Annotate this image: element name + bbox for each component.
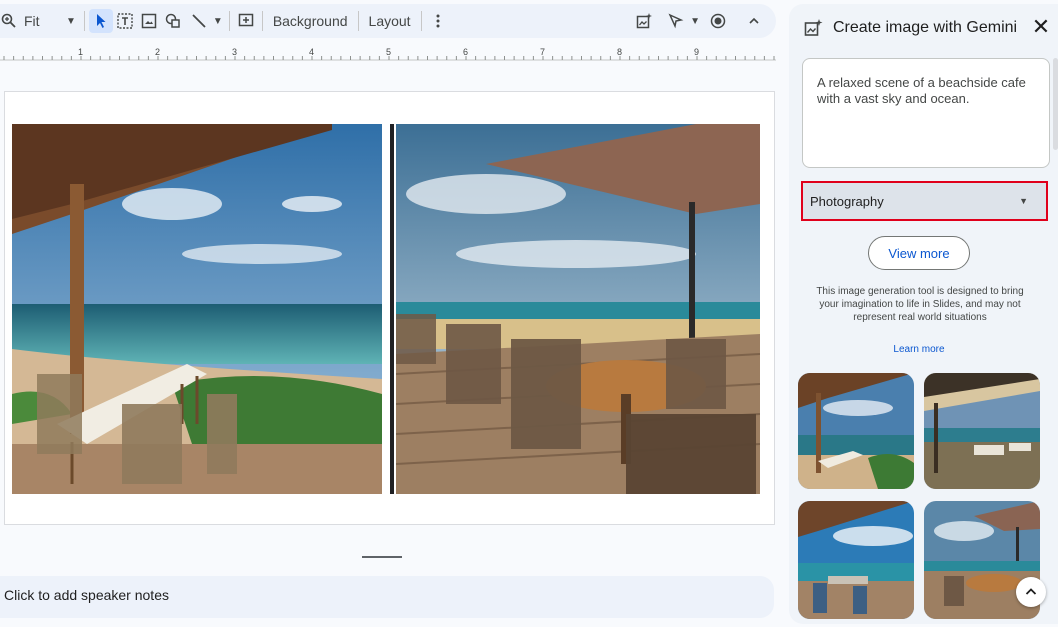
generated-image-1[interactable]	[798, 373, 914, 489]
background-button[interactable]: Background	[267, 13, 354, 29]
more-vert-icon	[436, 14, 440, 28]
shape-icon	[165, 13, 180, 28]
toolbar-divider	[357, 11, 359, 31]
disclaimer-text: This image generation tool is designed t…	[816, 286, 1024, 323]
chevron-down-icon: ▼	[212, 15, 223, 27]
generated-image-2[interactable]	[924, 373, 1040, 489]
speaker-notes[interactable]: Click to add speaker notes	[0, 576, 774, 618]
ruler-label: 3	[232, 47, 237, 57]
line-icon	[187, 9, 211, 33]
beach-cafe-umbrella-image	[396, 124, 760, 494]
generated-image-3[interactable]	[798, 501, 914, 619]
insert-image-button[interactable]	[137, 9, 161, 33]
learn-more-link[interactable]: Learn more	[789, 344, 1049, 355]
zoom-icon	[0, 9, 18, 33]
toolbar-divider	[420, 11, 422, 31]
chevron-up-icon	[1025, 588, 1037, 595]
line-tool-button[interactable]: ▼	[185, 7, 225, 35]
pen-tool-button[interactable]: ▼	[662, 7, 702, 35]
panel-scrollbar[interactable]	[1053, 58, 1058, 150]
ruler-label: 5	[386, 47, 391, 57]
toolbar: Fit ▼ ▼ Background Layout ▼	[0, 4, 776, 38]
image-icon	[141, 13, 157, 29]
ruler-scale: 1 2 3 4 5 6 7 8 9	[0, 47, 776, 61]
pen-icon	[664, 9, 688, 33]
chevron-down-icon: ▼	[66, 15, 76, 27]
image-divider	[390, 124, 394, 494]
view-more-button[interactable]: View more	[868, 236, 970, 270]
record-icon	[710, 13, 726, 29]
beach-cafe-photo-right[interactable]	[396, 124, 760, 494]
image-sparkle-icon	[803, 18, 823, 38]
text-box-button[interactable]	[113, 9, 137, 33]
chevron-down-icon: ▼	[1019, 196, 1028, 206]
toolbar-divider	[261, 11, 263, 31]
scroll-to-top-button[interactable]	[1016, 577, 1046, 607]
ruler-label: 2	[155, 47, 160, 57]
horizontal-ruler: 1 2 3 4 5 6 7 8 9	[0, 46, 776, 64]
ruler-label: 9	[694, 47, 699, 57]
ruler-label: 1	[78, 47, 83, 57]
slide-canvas[interactable]	[4, 91, 775, 525]
toolbar-divider	[83, 11, 85, 31]
add-comment-button[interactable]	[234, 9, 258, 33]
more-options-button[interactable]	[426, 9, 450, 33]
panel-header: Create image with Gemini ✕	[803, 16, 1053, 40]
generate-image-button[interactable]	[632, 9, 656, 33]
ruler-label: 8	[617, 47, 622, 57]
slides-editor: Fit ▼ ▼ Background Layout ▼ 1 2 3 4 5 6 …	[0, 0, 788, 627]
notes-resize-handle[interactable]	[362, 556, 402, 558]
style-dropdown[interactable]: Photography ▼	[801, 181, 1048, 221]
zoom-control[interactable]: Fit ▼	[0, 7, 80, 35]
panel-title: Create image with Gemini	[833, 19, 1018, 36]
beach-cafe-image	[12, 124, 382, 494]
collapse-toolbar-button[interactable]	[742, 9, 766, 33]
toolbar-divider	[228, 11, 230, 31]
chevron-up-icon	[749, 17, 759, 24]
text-box-icon	[117, 13, 133, 29]
comment-add-icon	[238, 13, 254, 27]
close-icon[interactable]: ✕	[1029, 16, 1053, 40]
cursor-icon	[96, 14, 106, 28]
style-dropdown-value: Photography	[810, 193, 884, 209]
image-sparkle-icon	[636, 13, 653, 29]
zoom-label: Fit	[24, 13, 40, 29]
ruler-label: 4	[309, 47, 314, 57]
shape-button[interactable]	[161, 9, 185, 33]
ruler-label: 7	[540, 47, 545, 57]
gemini-side-panel: Create image with Gemini ✕ A relaxed sce…	[789, 4, 1058, 624]
ruler-label: 6	[463, 47, 468, 57]
select-tool-button[interactable]	[88, 9, 113, 33]
chevron-down-icon: ▼	[690, 15, 700, 27]
beach-cafe-photo-left[interactable]	[12, 124, 382, 494]
prompt-input[interactable]: A relaxed scene of a beachside cafe with…	[802, 58, 1050, 168]
layout-button[interactable]: Layout	[363, 13, 417, 29]
record-button[interactable]	[706, 9, 730, 33]
